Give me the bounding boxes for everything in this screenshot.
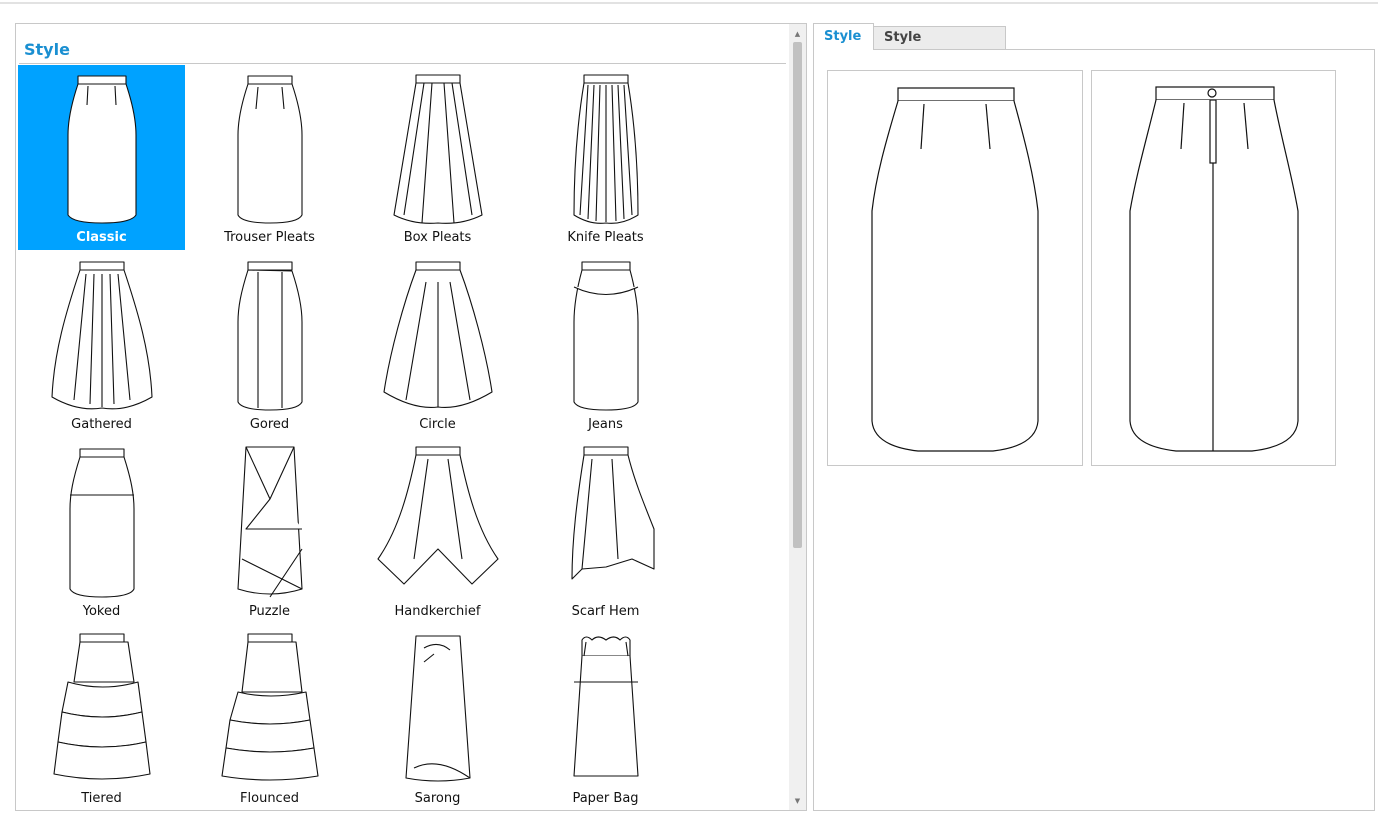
scroll-up-arrow-icon[interactable]: ▲ bbox=[789, 27, 806, 41]
gathered-skirt-icon bbox=[51, 261, 153, 410]
circle-skirt-icon bbox=[383, 261, 493, 408]
style-option-classic[interactable]: Classic bbox=[18, 65, 185, 250]
style-option-label: Trouser Pleats bbox=[224, 230, 315, 245]
box-pleats-skirt-icon bbox=[393, 74, 483, 224]
back-view-preview bbox=[1091, 70, 1336, 466]
style-option-flounced[interactable]: Flounced bbox=[186, 626, 353, 810]
panel-title: Style bbox=[24, 40, 70, 59]
style-option-label: Yoked bbox=[82, 604, 121, 619]
tab-style-summary[interactable]: Style Summary bbox=[873, 26, 1006, 67]
style-option-label: Knife Pleats bbox=[567, 230, 644, 245]
flounced-skirt-icon bbox=[221, 633, 319, 781]
jeans-skirt-icon bbox=[573, 261, 639, 411]
style-option-label: Scarf Hem bbox=[571, 604, 640, 619]
skirt-back-view-icon bbox=[1129, 86, 1299, 452]
style-option-label: Gathered bbox=[71, 417, 132, 432]
style-selector-panel: Style Classic Trouser Pleats Box Pleats Kni… bbox=[15, 23, 807, 811]
style-preview-panel bbox=[813, 49, 1375, 811]
style-option-handkerchief[interactable]: Handkerchief bbox=[354, 439, 521, 624]
style-option-yoked[interactable]: Yoked bbox=[18, 439, 185, 624]
style-option-label: Box Pleats bbox=[403, 230, 472, 245]
top-divider bbox=[0, 2, 1378, 4]
style-option-gored[interactable]: Gored bbox=[186, 252, 353, 437]
style-option-label: Flounced bbox=[240, 791, 299, 806]
knife-pleats-skirt-icon bbox=[573, 74, 639, 224]
scroll-thumb[interactable] bbox=[793, 42, 802, 548]
style-option-scarf-hem[interactable]: Scarf Hem bbox=[522, 439, 689, 624]
style-option-label: Circle bbox=[419, 417, 456, 432]
style-option-gathered[interactable]: Gathered bbox=[18, 252, 185, 437]
style-option-label: Sarong bbox=[414, 791, 461, 806]
style-option-label: Handkerchief bbox=[394, 604, 481, 619]
style-option-circle[interactable]: Circle bbox=[354, 252, 521, 437]
style-option-tiered[interactable]: Tiered bbox=[18, 626, 185, 810]
vertical-scrollbar[interactable]: ▲ ▼ bbox=[789, 24, 806, 810]
style-option-box-pleats[interactable]: Box Pleats bbox=[354, 65, 521, 250]
yoked-skirt-icon bbox=[69, 448, 135, 598]
gored-skirt-icon bbox=[237, 261, 303, 411]
tiered-skirt-icon bbox=[53, 633, 151, 780]
classic-skirt-icon bbox=[67, 75, 137, 224]
style-option-label: Puzzle bbox=[248, 604, 291, 619]
sarong-skirt-icon bbox=[405, 635, 471, 782]
scarf-hem-skirt-icon bbox=[571, 446, 655, 580]
title-divider bbox=[19, 63, 786, 64]
trouser-pleats-skirt-icon bbox=[237, 75, 303, 224]
style-option-jeans[interactable]: Jeans bbox=[522, 252, 689, 437]
style-option-sarong[interactable]: Sarong bbox=[354, 626, 521, 810]
style-option-label: Classic bbox=[76, 230, 127, 245]
style-option-knife-pleats[interactable]: Knife Pleats bbox=[522, 65, 689, 250]
style-option-label: Jeans bbox=[588, 417, 623, 432]
style-option-paper-bag[interactable]: Paper Bag bbox=[522, 626, 689, 810]
tab-style[interactable]: Style bbox=[813, 23, 874, 50]
style-option-puzzle[interactable]: Puzzle bbox=[186, 439, 353, 624]
skirt-front-view-icon bbox=[871, 87, 1039, 452]
style-option-label: Tiered bbox=[81, 791, 122, 806]
style-option-label: Paper Bag bbox=[572, 791, 639, 806]
puzzle-skirt-icon bbox=[237, 446, 303, 598]
style-option-label: Gored bbox=[249, 417, 290, 432]
style-option-trouser-pleats[interactable]: Trouser Pleats bbox=[186, 65, 353, 250]
front-view-preview bbox=[827, 70, 1083, 466]
handkerchief-skirt-icon bbox=[377, 446, 499, 585]
paper-bag-skirt-icon bbox=[573, 636, 639, 777]
scroll-down-arrow-icon[interactable]: ▼ bbox=[789, 794, 806, 808]
